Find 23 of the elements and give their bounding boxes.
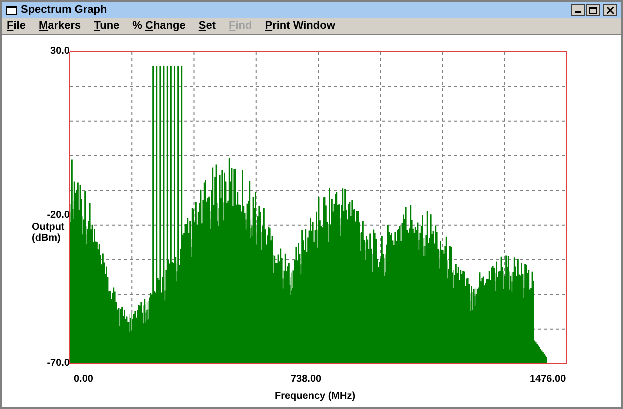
menu-item[interactable]: Markers [38, 18, 82, 34]
menu-item[interactable]: Print Window [265, 18, 336, 34]
window-title: Spectrum Graph [21, 2, 108, 18]
y-tick-label: -70.0 [46, 358, 70, 369]
x-axis-label: Frequency (MHz) [275, 391, 356, 402]
close-button[interactable] [603, 4, 617, 16]
maximize-button[interactable] [586, 4, 600, 16]
x-tick-label: 1476.00 [530, 374, 566, 385]
window-icon [6, 5, 17, 15]
menu-item[interactable]: Tune [94, 18, 120, 34]
y-tick-label: -20.0 [46, 210, 70, 221]
x-tick-label: 0.00 [74, 374, 94, 385]
minimize-icon [575, 11, 581, 13]
menu-item[interactable]: % Change [132, 18, 186, 34]
menu-item[interactable]: File [7, 18, 26, 34]
y-axis-label: (dBm) [32, 233, 61, 244]
menu-item[interactable]: Set [198, 18, 216, 34]
maximize-icon [589, 6, 597, 14]
y-axis-label: Output [32, 222, 65, 233]
close-icon [606, 6, 614, 14]
x-tick-label: 738.00 [291, 374, 322, 385]
minimize-button[interactable] [571, 4, 585, 16]
y-tick-label: 30.0 [50, 46, 70, 57]
